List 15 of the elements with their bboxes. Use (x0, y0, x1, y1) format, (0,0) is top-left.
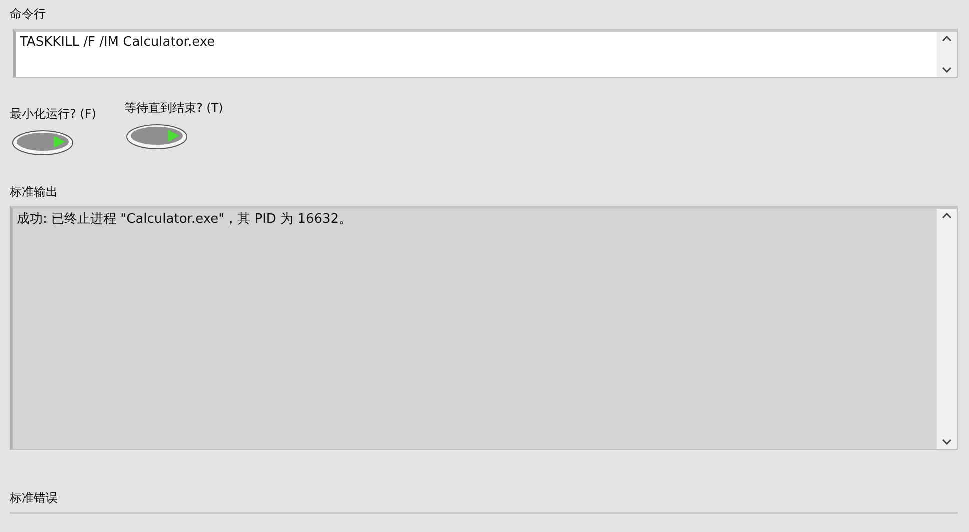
scrollbar[interactable] (937, 209, 957, 449)
command-line-field[interactable]: TASKKILL /F /IM Calculator.exe (13, 29, 958, 78)
scroll-up-icon[interactable] (942, 213, 952, 219)
scroll-up-icon[interactable] (942, 36, 952, 42)
switch-label: 最小化运行? (F) (10, 106, 96, 122)
switch-label: 等待直到结束? (T) (124, 100, 224, 116)
output-field: 成功: 已终止进程 "Calculator.exe"，其 PID 为 16632。 (10, 206, 958, 450)
scroll-down-icon[interactable] (942, 67, 952, 73)
toggle-switch[interactable] (126, 124, 188, 150)
scrollbar[interactable] (937, 32, 957, 77)
field-label: 标准输出 (10, 184, 58, 200)
scroll-down-icon[interactable] (942, 439, 952, 445)
field-label: 命令行 (10, 6, 46, 22)
toggle-switch[interactable] (12, 130, 74, 156)
field-label: 标准错误 (10, 490, 58, 506)
